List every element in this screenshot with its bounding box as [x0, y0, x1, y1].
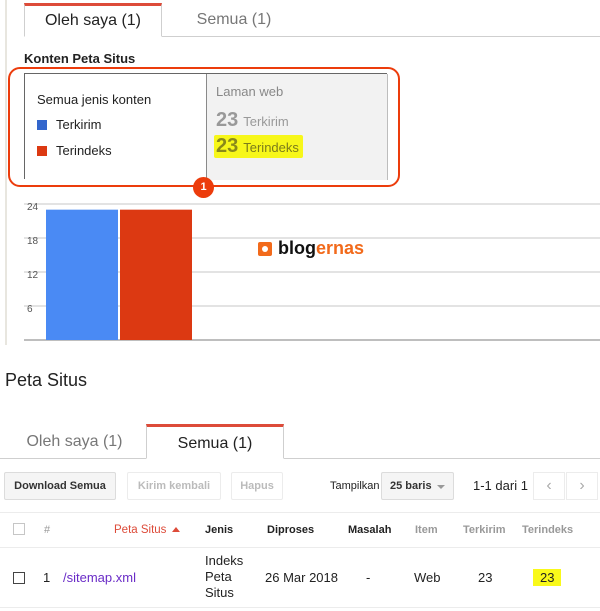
next-page-button[interactable]: › — [566, 472, 598, 500]
legend-item-label: Terindeks — [56, 143, 112, 158]
legend-item-submitted: Terkirim — [37, 117, 102, 132]
legend-title: Semua jenis konten — [37, 92, 152, 107]
tab-all[interactable]: Semua (1) — [146, 424, 284, 459]
web-pages-stats[interactable]: Laman web 23 Terkirim 23 Terindeks — [207, 74, 388, 180]
tab-bar-baseline — [0, 458, 600, 459]
y-tick-label: 6 — [27, 304, 33, 315]
rows-per-page-select[interactable]: 25 baris — [381, 472, 454, 500]
watermark-logo-icon — [258, 241, 272, 256]
header-items[interactable]: Item — [415, 524, 438, 536]
delete-button[interactable]: Hapus — [231, 472, 283, 500]
download-all-button[interactable]: Download Semua — [4, 472, 116, 500]
chevron-left-icon: ‹ — [546, 477, 552, 494]
row-type-line: Indeks — [205, 553, 244, 568]
stat-label: Terindeks — [243, 140, 299, 155]
select-all-checkbox[interactable] — [13, 523, 25, 535]
y-tick-label: 12 — [27, 270, 39, 281]
stat-value: 23 — [216, 109, 239, 131]
header-sitemap-label: Peta Situs — [114, 524, 167, 536]
chevron-right-icon: › — [579, 477, 585, 494]
header-processed[interactable]: Diproses — [267, 524, 314, 536]
row-index: 1 — [43, 570, 51, 585]
stat-indexed-highlighted: 23 Terindeks — [214, 135, 303, 158]
stats-title: Laman web — [216, 84, 284, 99]
header-type[interactable]: Jenis — [205, 524, 233, 536]
header-sitemap-sortable[interactable]: Peta Situs — [114, 524, 181, 536]
content-type-legend[interactable]: Semua jenis konten Terkirim Terindeks — [25, 74, 207, 180]
annotation-step-badge: 1 — [193, 177, 214, 198]
table-row: 1 /sitemap.xml Indeks Peta Situs 26 Mar … — [0, 548, 600, 608]
pagination-text: 1-1 dari 1 — [473, 478, 528, 493]
row-type-line: Situs — [205, 585, 234, 600]
sitemap-content-panel: Oleh saya (1) Semua (1) Konten Peta Situ… — [0, 0, 600, 345]
header-indexed[interactable]: Terindeks — [522, 524, 573, 536]
table-header: # Peta Situs Jenis Diproses Masalah Item… — [0, 512, 600, 548]
sitemap-bar-chart: 24 18 12 6 — [24, 196, 600, 346]
stat-submitted: 23 Terkirim — [216, 109, 289, 132]
row-items: Web — [414, 570, 441, 585]
legend-item-indexed: Terindeks — [37, 143, 112, 158]
header-submitted[interactable]: Terkirim — [463, 524, 506, 536]
bar-terkirim[interactable] — [46, 209, 118, 340]
watermark-text-1: blog — [278, 238, 316, 258]
previous-page-button[interactable]: ‹ — [533, 472, 565, 500]
row-processed-date: 26 Mar 2018 — [265, 570, 338, 585]
resubmit-button[interactable]: Kirim kembali — [127, 472, 221, 500]
left-frame-rule — [5, 0, 7, 345]
chart-svg: 24 18 12 6 — [24, 202, 600, 341]
header-issues[interactable]: Masalah — [348, 524, 391, 536]
sort-ascending-icon — [172, 527, 181, 532]
tab-mine[interactable]: Oleh saya (1) — [24, 3, 162, 37]
page-title: Peta Situs — [5, 370, 88, 390]
rows-per-page-value: 25 baris — [390, 480, 432, 492]
row-type-line: Peta — [205, 569, 232, 584]
header-index: # — [44, 524, 51, 536]
row-checkbox[interactable] — [13, 572, 25, 584]
sitemap-toolbar: Download Semua Kirim kembali Hapus Tampi… — [0, 472, 600, 502]
bar-terindeks[interactable] — [120, 209, 192, 340]
section-label: Konten Peta Situs — [24, 51, 136, 66]
row-submitted: 23 — [478, 570, 493, 585]
top-tab-bar: Oleh saya (1) Semua (1) — [24, 3, 600, 37]
watermark-text-2: ernas — [316, 238, 365, 258]
sitemap-link[interactable]: /sitemap.xml — [63, 570, 136, 585]
y-tick-label: 24 — [27, 202, 39, 213]
tab-all[interactable]: Semua (1) — [162, 3, 306, 37]
row-indexed-highlighted: 23 — [533, 569, 562, 586]
row-issues: - — [366, 570, 371, 585]
summary-frame: Semua jenis konten Terkirim Terindeks La… — [24, 73, 388, 180]
submitted-swatch-icon — [37, 119, 47, 130]
stat-label: Terkirim — [243, 114, 289, 129]
indexed-swatch-icon — [37, 145, 47, 156]
bottom-tab-bar: Oleh saya (1) Semua (1) — [0, 424, 600, 459]
row-type: Indeks Peta Situs — [205, 553, 243, 601]
y-tick-label: 18 — [27, 236, 39, 247]
tab-mine[interactable]: Oleh saya (1) — [3, 424, 146, 458]
chevron-down-icon — [437, 485, 445, 489]
watermark: blog ernas — [258, 238, 364, 259]
stat-value: 23 — [216, 135, 239, 157]
rows-per-page-label: Tampilkan — [330, 480, 380, 492]
legend-item-label: Terkirim — [56, 117, 102, 132]
